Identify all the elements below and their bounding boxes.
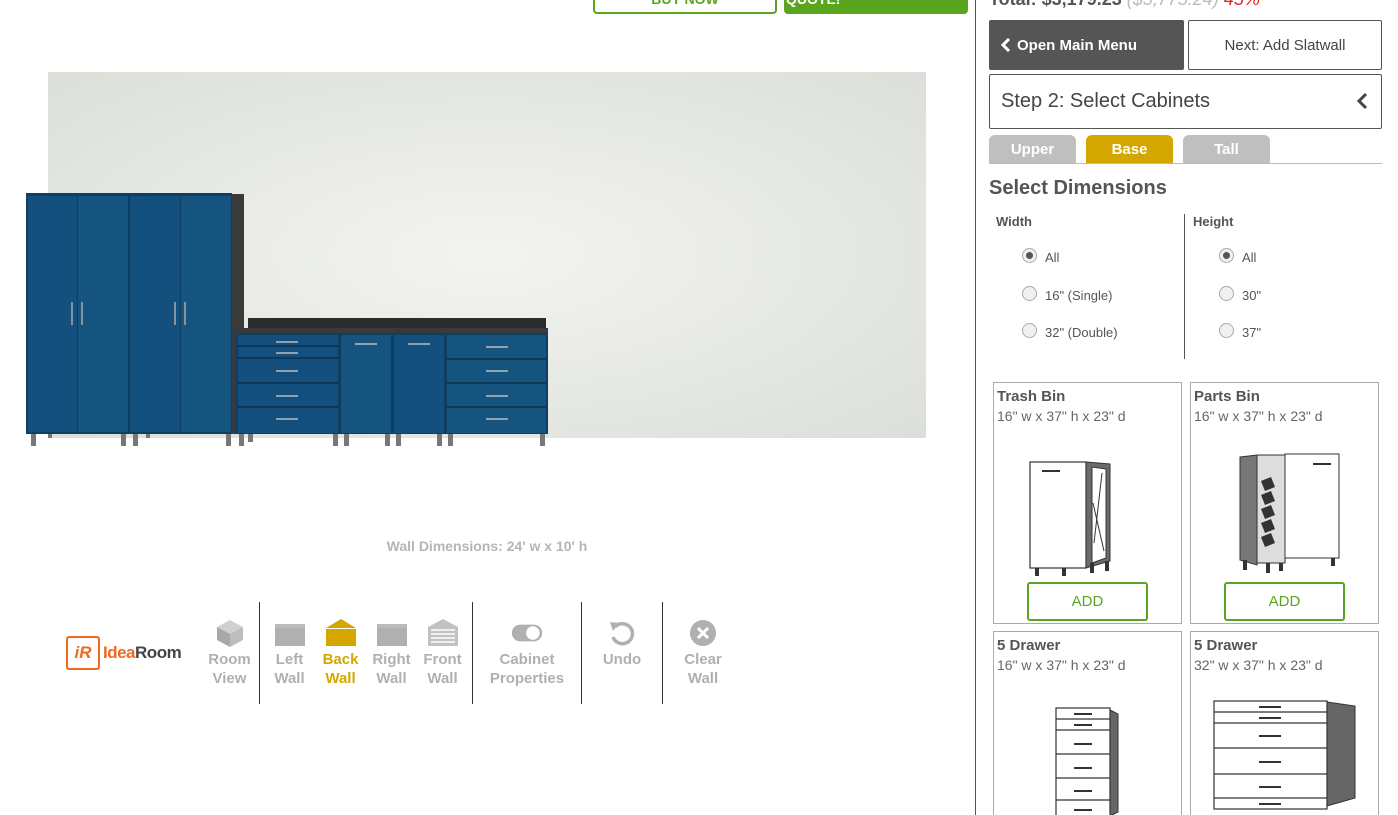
open-main-menu-label: Open Main Menu bbox=[1017, 36, 1137, 54]
left-wall-label-2: Wall bbox=[274, 670, 305, 687]
clear-wall-label-1: Clear bbox=[684, 651, 722, 668]
product-dimensions: 32" w x 37" h x 23" d bbox=[1194, 657, 1323, 673]
radio-label: All bbox=[1045, 250, 1060, 266]
radio-label: 16" (Single) bbox=[1045, 287, 1113, 303]
configuration-panel: Total: $3,179.23 ($5,775.24) 45% Open Ma… bbox=[975, 0, 1398, 815]
left-wall-button[interactable]: Left Wall bbox=[264, 618, 315, 688]
radio-label: 37" bbox=[1242, 325, 1262, 341]
base-cabinet-group[interactable] bbox=[236, 318, 548, 446]
step-title: Step 2: Select Cabinets bbox=[1001, 90, 1211, 112]
height-option-all[interactable]: All bbox=[1193, 239, 1364, 277]
width-option-16[interactable]: 16" (Single) bbox=[996, 277, 1176, 315]
left-wall-label-1: Left bbox=[275, 651, 304, 668]
radio-button[interactable] bbox=[1022, 248, 1037, 264]
height-title: Height bbox=[1193, 214, 1234, 229]
tab-upper[interactable]: Upper bbox=[989, 135, 1076, 163]
width-filter: Width All 16" (Single) 32" (Double) bbox=[996, 214, 1176, 359]
chevron-left-icon[interactable] bbox=[1355, 91, 1369, 111]
app-window: BUY NOW GET MY DESIGN & QUOTE! bbox=[0, 0, 1398, 815]
open-main-menu-button[interactable]: Open Main Menu bbox=[989, 20, 1184, 70]
right-wall-label-1: Right bbox=[372, 651, 411, 668]
radio-button[interactable] bbox=[1022, 285, 1037, 301]
five-drawer-wide-cabinet-image bbox=[1213, 700, 1356, 810]
clear-wall-label-2: Wall bbox=[687, 670, 719, 687]
room-view-label-1: Room bbox=[208, 651, 251, 668]
radio-button[interactable] bbox=[1022, 323, 1037, 339]
product-dimensions: 16" w x 37" h x 23" d bbox=[1194, 408, 1323, 424]
total-price: Total: $3,179.23 ($5,775.24) 45% bbox=[989, 0, 1260, 10]
cabinet-properties-label-1: Cabinet bbox=[499, 651, 555, 668]
idearoom-logo: iR IdeaRoom bbox=[60, 602, 200, 704]
wall-dimensions-label: Wall Dimensions: 24' w x 10' h bbox=[386, 538, 588, 554]
total-price-value: Total: $3,179.23 bbox=[989, 0, 1122, 9]
product-card-5-drawer-16: 5 Drawer 16" w x 37" h x 23" d bbox=[993, 631, 1182, 815]
right-wall-button[interactable]: Right Wall bbox=[366, 618, 417, 688]
chevron-left-icon bbox=[1001, 38, 1011, 52]
undo-label: Undo bbox=[602, 651, 642, 668]
design-canvas[interactable] bbox=[0, 0, 970, 520]
product-dimensions: 16" w x 37" h x 23" d bbox=[997, 657, 1126, 673]
height-option-37[interactable]: 37" bbox=[1193, 314, 1364, 352]
next-add-slatwall-button[interactable]: Next: Add Slatwall bbox=[1188, 20, 1382, 70]
original-price: ($5,775.24) bbox=[1127, 0, 1219, 9]
idearoom-logo-mark: iR bbox=[66, 636, 100, 670]
radio-label: 30" bbox=[1242, 287, 1262, 303]
back-wall-label-1: Back bbox=[322, 651, 359, 668]
height-filter: Height All 30" 37" bbox=[1184, 214, 1364, 359]
front-wall-label-2: Wall bbox=[427, 670, 458, 687]
width-title: Width bbox=[996, 214, 1032, 229]
tab-base[interactable]: Base bbox=[1086, 135, 1173, 163]
logo-room-text: Room bbox=[135, 643, 182, 662]
width-option-32[interactable]: 32" (Double) bbox=[996, 314, 1176, 352]
radio-button[interactable] bbox=[1219, 248, 1234, 264]
wall-icon bbox=[274, 618, 306, 648]
cabinet-type-tabs: Upper Base Tall bbox=[989, 135, 1382, 164]
front-wall-label-1: Front bbox=[423, 651, 462, 668]
tall-cabinet-group[interactable] bbox=[26, 193, 244, 446]
height-option-30[interactable]: 30" bbox=[1193, 277, 1364, 315]
radio-button[interactable] bbox=[1219, 285, 1234, 301]
product-name: Parts Bin bbox=[1194, 388, 1260, 405]
bottom-toolbar: iR IdeaRoom Room View Left Wall Back Wal… bbox=[60, 602, 743, 704]
product-name: Trash Bin bbox=[997, 388, 1066, 405]
radio-label: 32" (Double) bbox=[1045, 325, 1118, 341]
room-view-button[interactable]: Room View bbox=[204, 618, 255, 688]
cabinet-properties-label-2: Properties bbox=[489, 670, 565, 687]
undo-icon bbox=[606, 618, 638, 648]
trash-bin-cabinet-image bbox=[1029, 461, 1111, 576]
back-wall-label-2: Wall bbox=[325, 670, 356, 687]
wall-icon bbox=[325, 618, 357, 648]
parts-bin-cabinet-image bbox=[1239, 453, 1340, 573]
front-wall-button[interactable]: Front Wall bbox=[417, 618, 468, 688]
cube-icon bbox=[214, 618, 246, 648]
add-parts-bin-button[interactable]: ADD bbox=[1224, 582, 1345, 621]
product-name: 5 Drawer bbox=[1194, 637, 1258, 654]
right-wall-label-2: Wall bbox=[376, 670, 407, 687]
width-option-all[interactable]: All bbox=[996, 239, 1176, 277]
add-trash-bin-button[interactable]: ADD bbox=[1027, 582, 1148, 621]
clear-wall-button[interactable]: Clear Wall bbox=[667, 618, 739, 688]
product-card-parts-bin: Parts Bin 16" w x 37" h x 23" d ADD bbox=[1190, 382, 1379, 624]
undo-button[interactable]: Undo bbox=[586, 618, 658, 688]
back-wall-button[interactable]: Back Wall bbox=[315, 618, 366, 688]
toggle-icon bbox=[511, 618, 543, 648]
radio-button[interactable] bbox=[1219, 323, 1234, 339]
five-drawer-cabinet-image bbox=[1055, 707, 1119, 815]
garage-door-icon bbox=[427, 618, 459, 648]
room-view-label-2: View bbox=[212, 670, 247, 687]
product-dimensions: 16" w x 37" h x 23" d bbox=[997, 408, 1126, 424]
wall-icon bbox=[376, 618, 408, 648]
tab-tall[interactable]: Tall bbox=[1183, 135, 1270, 163]
discount-percent: 45% bbox=[1224, 0, 1260, 9]
step-header[interactable]: Step 2: Select Cabinets bbox=[989, 74, 1382, 129]
select-dimensions-heading: Select Dimensions bbox=[989, 177, 1167, 199]
product-name: 5 Drawer bbox=[997, 637, 1061, 654]
product-card-5-drawer-32: 5 Drawer 32" w x 37" h x 23" d bbox=[1190, 631, 1379, 815]
radio-label: All bbox=[1242, 250, 1257, 266]
cabinet-properties-button[interactable]: Cabinet Properties bbox=[477, 618, 577, 688]
product-card-trash-bin: Trash Bin 16" w x 37" h x 23" d ADD bbox=[993, 382, 1182, 624]
logo-idea-text: Idea bbox=[103, 643, 136, 662]
clear-icon bbox=[687, 618, 719, 648]
